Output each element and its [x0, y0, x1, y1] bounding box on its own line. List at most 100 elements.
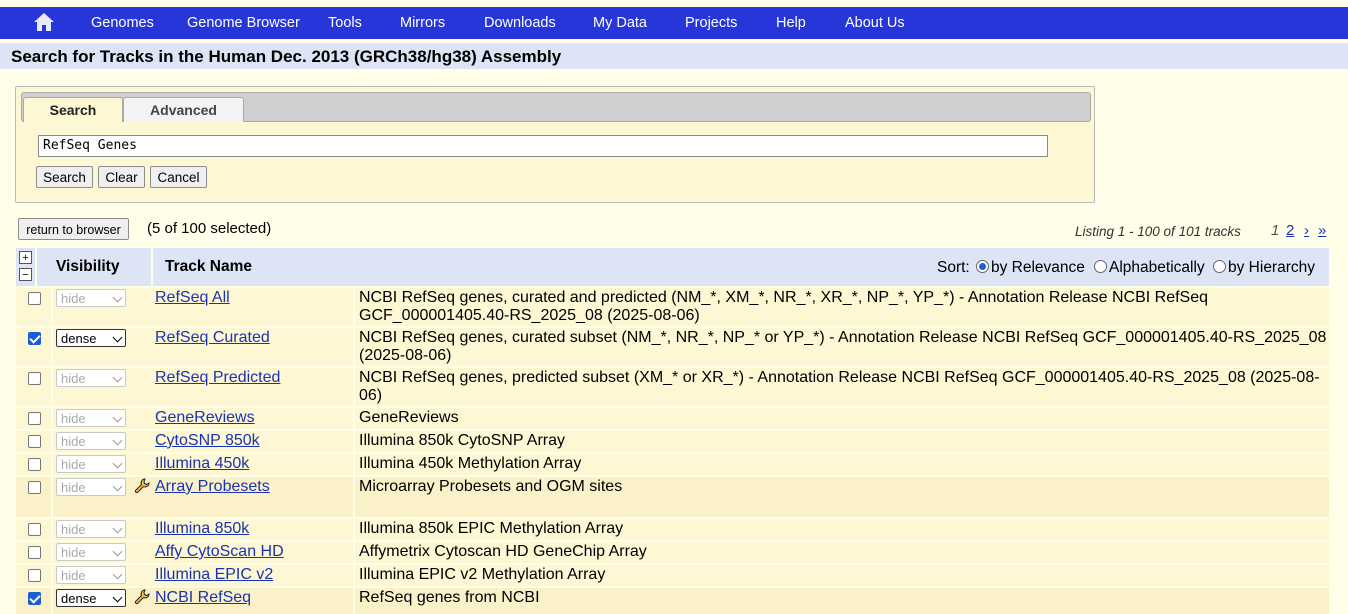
track-name-link[interactable]: RefSeq All	[155, 289, 230, 307]
expand-all-button[interactable]: +	[19, 251, 32, 264]
nav-help[interactable]: Help	[776, 15, 806, 31]
nav-genome-browser[interactable]: Genome Browser	[187, 15, 300, 31]
track-description: NCBI RefSeq genes, curated and predicted…	[359, 289, 1209, 324]
track-name-link[interactable]: Array Probesets	[155, 478, 270, 496]
track-description: Illumina EPIC v2 Methylation Array	[359, 566, 606, 583]
collapse-all-button[interactable]: −	[19, 268, 32, 281]
track-select-checkbox[interactable]	[28, 481, 41, 494]
tab-advanced[interactable]: Advanced	[123, 97, 244, 122]
row-divider	[353, 565, 355, 586]
visibility-select[interactable]: hide	[56, 432, 126, 450]
selected-count: (5 of 100 selected)	[147, 220, 272, 237]
row-divider	[51, 431, 53, 452]
visibility-select[interactable]: dense	[56, 329, 126, 347]
wrench-icon[interactable]	[134, 478, 150, 494]
sort-hierarchy-radio[interactable]	[1213, 260, 1226, 273]
tab-search[interactable]: Search	[23, 97, 123, 122]
search-panel: Search Advanced RefSeq Genes Search Clea…	[15, 86, 1095, 203]
track-select-checkbox[interactable]	[28, 592, 41, 605]
track-name-link[interactable]: Illumina 850k	[155, 520, 249, 538]
visibility-select[interactable]: hide	[56, 369, 126, 387]
track-select-checkbox[interactable]	[28, 546, 41, 559]
row-divider	[353, 368, 355, 406]
row-divider	[353, 519, 355, 540]
track-select-checkbox[interactable]	[28, 372, 41, 385]
visibility-select[interactable]: hide	[56, 520, 126, 538]
track-name-link[interactable]: CytoSNP 850k	[155, 432, 260, 450]
track-name-link[interactable]: RefSeq Curated	[155, 329, 270, 347]
visibility-value: dense	[61, 331, 97, 346]
sort-relevance-label: by Relevance	[991, 259, 1085, 276]
row-divider	[353, 454, 355, 475]
visibility-select[interactable]: hide	[56, 478, 126, 496]
track-row: hide Array Probesets Microarray Probesets …	[16, 477, 1329, 517]
track-name-link[interactable]: Affy CytoScan HD	[155, 543, 284, 561]
visibility-value: hide	[61, 291, 86, 306]
visibility-select[interactable]: hide	[56, 409, 126, 427]
visibility-select[interactable]: hide	[56, 543, 126, 561]
nav-downloads[interactable]: Downloads	[484, 15, 556, 31]
row-divider	[51, 588, 53, 614]
nav-projects[interactable]: Projects	[685, 15, 737, 31]
search-input[interactable]: RefSeq Genes	[38, 135, 1048, 157]
title-bar: Search for Tracks in the Human Dec. 2013…	[0, 43, 1348, 69]
sort-relevance-radio[interactable]	[976, 260, 989, 273]
track-select-checkbox[interactable]	[28, 458, 41, 471]
track-select-checkbox[interactable]	[28, 569, 41, 582]
page-2-link[interactable]: 2	[1286, 222, 1294, 239]
track-description: Affymetrix Cytoscan HD GeneChip Array	[359, 543, 647, 560]
track-select-checkbox[interactable]	[28, 523, 41, 536]
cancel-button[interactable]: Cancel	[150, 166, 207, 188]
nav-mirrors[interactable]: Mirrors	[400, 15, 445, 31]
track-description: Illumina 850k CytoSNP Array	[359, 432, 566, 449]
visibility-select[interactable]: dense	[56, 589, 126, 607]
track-name-link[interactable]: GeneReviews	[155, 409, 255, 427]
row-divider	[353, 288, 355, 326]
nav-tools[interactable]: Tools	[328, 15, 362, 31]
wrench-icon[interactable]	[134, 589, 150, 605]
track-name-link[interactable]: Illumina 450k	[155, 455, 249, 473]
results-table-header: + − Visibility Track Name Sort: by Relev…	[16, 248, 1329, 286]
nav-genomes[interactable]: Genomes	[91, 15, 154, 31]
listing-count: Listing 1 - 100 of 101 tracks	[1075, 224, 1241, 239]
track-name-header: Track Name	[165, 258, 253, 275]
chevron-down-icon	[112, 332, 123, 343]
sort-alphabetical-radio[interactable]	[1094, 260, 1107, 273]
track-row: hide RefSeq Predicted NCBI RefSeq genes, p…	[16, 368, 1329, 406]
search-button[interactable]: Search	[36, 166, 93, 188]
nav-about-us[interactable]: About Us	[845, 15, 905, 31]
visibility-select[interactable]: hide	[56, 566, 126, 584]
row-divider	[51, 477, 53, 517]
page-1: 1	[1271, 222, 1280, 239]
visibility-value: hide	[61, 480, 86, 495]
track-name-link[interactable]: NCBI RefSeq	[155, 589, 251, 607]
track-select-checkbox[interactable]	[28, 292, 41, 305]
row-divider	[51, 368, 53, 406]
track-row: hide GeneReviews GeneReviews	[16, 408, 1329, 429]
row-divider	[51, 542, 53, 563]
clear-button[interactable]: Clear	[98, 166, 145, 188]
return-to-browser-button[interactable]: return to browser	[18, 218, 129, 240]
visibility-select[interactable]: hide	[56, 455, 126, 473]
row-divider	[353, 328, 355, 366]
tab-strip: Search Advanced	[21, 92, 1091, 122]
last-page-link[interactable]: »	[1318, 222, 1326, 239]
chevron-down-icon	[112, 292, 123, 303]
row-divider	[353, 542, 355, 563]
visibility-value: hide	[61, 568, 86, 583]
home-icon[interactable]	[33, 12, 55, 32]
visibility-select[interactable]: hide	[56, 289, 126, 307]
track-select-checkbox[interactable]	[28, 435, 41, 448]
next-page-link[interactable]: ›	[1304, 222, 1309, 239]
track-name-link[interactable]: RefSeq Predicted	[155, 369, 280, 387]
track-select-checkbox[interactable]	[28, 412, 41, 425]
track-name-link[interactable]: Illumina EPIC v2	[155, 566, 273, 584]
track-description: Illumina 450k Methylation Array	[359, 455, 582, 472]
row-divider	[51, 288, 53, 326]
track-description: GeneReviews	[359, 409, 459, 426]
nav-my-data[interactable]: My Data	[593, 15, 647, 31]
visibility-value: hide	[61, 522, 86, 537]
track-row: hide CytoSNP 850k Illumina 850k CytoSNP Ar…	[16, 431, 1329, 452]
track-select-checkbox[interactable]	[28, 332, 41, 345]
track-row: dense RefSeq Curated NCBI RefSeq genes, cu…	[16, 328, 1329, 366]
